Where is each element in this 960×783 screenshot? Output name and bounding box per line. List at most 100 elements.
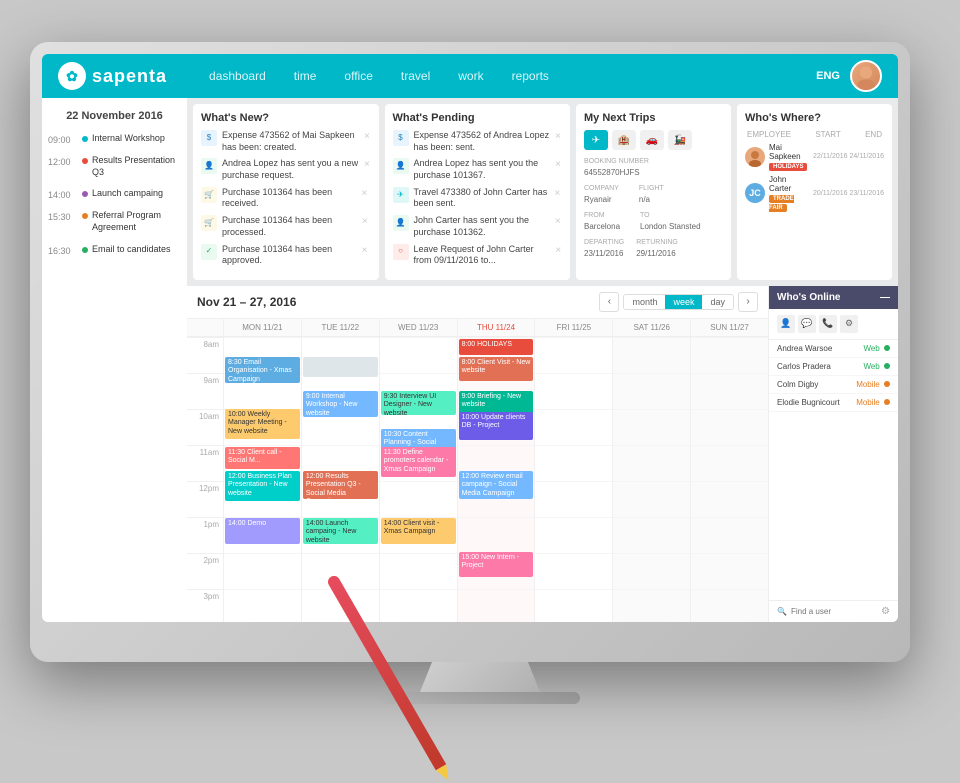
calendar-event[interactable]: 15:00 New Intern - Project <box>459 552 534 577</box>
whos-where-title: Who's Where? <box>745 112 884 124</box>
check-icon: ✓ <box>201 244 217 260</box>
user-icon: 👤 <box>393 215 409 231</box>
calendar-event: 8:00 HOLIDAYS <box>459 339 534 355</box>
calendar-event[interactable]: 12:00 Business Plan Presentation - New w… <box>225 471 300 501</box>
sidebar-date: 22 November 2016 <box>42 106 187 130</box>
find-user-row: 🔍 ⚙ <box>769 600 898 622</box>
day-header-mon: MON 11/21 <box>223 319 301 336</box>
calendar-event[interactable]: 14:00 Demo <box>225 518 300 544</box>
list-item: 14:00 Launch campaing <box>42 185 187 203</box>
calendar-title: Nov 21 – 27, 2016 <box>197 295 589 309</box>
list-item: $ Expense 473562 of Andrea Lopez has bee… <box>393 130 563 153</box>
nav-reports[interactable]: reports <box>500 65 561 87</box>
cart-icon: 🛒 <box>201 215 217 231</box>
day-header-thu: THU 11/24 <box>457 319 535 336</box>
logo-icon: ✿ <box>58 62 86 90</box>
close-icon[interactable]: × <box>554 187 562 197</box>
whats-new-title: What's New? <box>201 112 371 124</box>
calendar-event[interactable]: 12:00 Review email campaign - Social Med… <box>459 471 534 499</box>
nav-travel[interactable]: travel <box>389 65 442 87</box>
day-header-tue: TUE 11/22 <box>301 319 379 336</box>
nav-time[interactable]: time <box>282 65 329 87</box>
calendar-event[interactable]: 8:00 Client Visit - New website <box>459 357 534 381</box>
search-icon: 🔍 <box>777 607 787 616</box>
chat-icon[interactable]: 💬 <box>798 315 816 333</box>
list-item: 🛒 Purchase 101364 has been processed. × <box>201 215 371 238</box>
settings-icon[interactable]: ⚙ <box>840 315 858 333</box>
status-dot <box>884 381 890 387</box>
nav-items: dashboard time office travel work report… <box>197 65 816 87</box>
nav-avatar[interactable] <box>850 60 882 92</box>
calendar-prev-button[interactable]: ‹ <box>599 292 619 312</box>
nav-right: ENG <box>816 60 882 92</box>
close-icon[interactable]: × <box>364 158 371 168</box>
list-item: 👤 John Carter has sent you the purchase … <box>393 215 563 238</box>
nav-office[interactable]: office <box>332 65 384 87</box>
close-icon[interactable]: × <box>362 244 371 254</box>
nav-dashboard[interactable]: dashboard <box>197 65 278 87</box>
time-gutter: 8am 9am 10am 11am 12pm 1pm 2pm 3pm <box>187 337 223 622</box>
day-view-button[interactable]: day <box>702 295 733 309</box>
list-item: $ Expense 473562 of Mai Sapkeen has been… <box>201 130 371 153</box>
travel-icon: ✈ <box>393 187 409 203</box>
calendar-event[interactable]: 14:00 Launch campaing - New website <box>303 518 378 544</box>
table-row: Mai Sapkeen HOLIDAYS 22/11/2016 24/11/20… <box>745 143 884 170</box>
find-user-input[interactable] <box>791 607 871 616</box>
hotel-icon[interactable]: 🏨 <box>612 130 636 150</box>
whats-pending-widget: What's Pending $ Expense 473562 of Andre… <box>385 104 571 280</box>
list-item: 15:30 Referral Program Agreement <box>42 207 187 236</box>
calendar-event[interactable]: 10:00 Update clients DB - Project <box>459 412 534 440</box>
calendar-event[interactable]: 11:30 Define promoters calendar - Xmas C… <box>381 447 456 477</box>
monitor-stand <box>420 662 540 692</box>
gear-icon[interactable]: ⚙ <box>881 606 890 617</box>
close-icon[interactable]: × <box>555 158 562 168</box>
calendar-main: Nov 21 – 27, 2016 ‹ month week day › <box>187 286 768 622</box>
whats-new-widget: What's New? $ Expense 473562 of Mai Sapk… <box>193 104 379 280</box>
status-badge: TRADE FAIR <box>769 195 794 212</box>
calendar-nav: ‹ month week day › <box>599 292 758 312</box>
close-icon[interactable]: × <box>362 215 371 225</box>
calendar-event[interactable]: 10:00 Weekly Manager Meeting - New websi… <box>225 409 300 439</box>
widgets-row: What's New? $ Expense 473562 of Mai Sapk… <box>187 98 898 286</box>
close-icon[interactable]: × <box>555 130 562 140</box>
close-icon[interactable]: × <box>555 215 562 225</box>
calendar-event[interactable] <box>303 357 378 377</box>
month-view-button[interactable]: month <box>624 295 665 309</box>
whos-where-header: EMPLOYEE START END <box>745 130 884 139</box>
whos-online-header: Who's Online — <box>769 286 898 309</box>
calendar-event[interactable]: 9:30 Interview UI Designer - New website <box>381 391 456 415</box>
list-item: 12:00 Results Presentation Q3 <box>42 152 187 181</box>
close-icon[interactable]: × <box>361 187 370 197</box>
train-icon[interactable]: 🚂 <box>668 130 692 150</box>
flight-icon[interactable]: ✈ <box>584 130 608 150</box>
logo: ✿ sapenta <box>58 62 167 90</box>
list-item: 09:00 Internal Workshop <box>42 130 187 148</box>
week-view-button[interactable]: week <box>665 295 702 309</box>
person-icon[interactable]: 👤 <box>777 315 795 333</box>
calendar-event[interactable]: 14:00 Client visit - Xmas Campaign <box>381 518 456 544</box>
list-item: ✈ Travel 473380 of John Carter has been … <box>393 187 563 210</box>
expense-icon: $ <box>393 130 409 146</box>
nav-work[interactable]: work <box>446 65 495 87</box>
logo-text: sapenta <box>92 66 167 87</box>
car-icon[interactable]: 🚗 <box>640 130 664 150</box>
close-icon[interactable]: × <box>364 130 371 140</box>
close-icon[interactable]: × <box>555 244 562 254</box>
avatar <box>745 147 765 167</box>
booking-info: BOOKING NUMBER 64552870HJFS COMPANY Ryan… <box>584 156 723 261</box>
cart-icon: 🛒 <box>201 187 217 203</box>
whos-online-panel: Who's Online — 👤 💬 📞 ⚙ Andrea Warsoe <box>768 286 898 622</box>
online-filter-icons: 👤 💬 📞 ⚙ <box>769 309 898 340</box>
calendar-event[interactable]: 11:30 Client call - Social M... <box>225 447 300 469</box>
avatar: JC <box>745 183 765 203</box>
calendar-next-button[interactable]: › <box>738 292 758 312</box>
calendar-event[interactable]: 12:00 Results Presentation Q3 - Social M… <box>303 471 378 499</box>
phone-icon[interactable]: 📞 <box>819 315 837 333</box>
calendar-event[interactable]: 9:00 Internal Workshop - New website <box>303 391 378 417</box>
online-user-item: Colm Digby Mobile <box>769 376 898 394</box>
online-user-item: Carlos Pradera Web <box>769 358 898 376</box>
next-trips-title: My Next Trips <box>584 112 723 124</box>
day-header-sat: SAT 11/26 <box>612 319 690 336</box>
leave-icon: ○ <box>393 244 409 260</box>
calendar-event[interactable]: 8:30 Email Organisation - Xmas Campaign <box>225 357 300 383</box>
